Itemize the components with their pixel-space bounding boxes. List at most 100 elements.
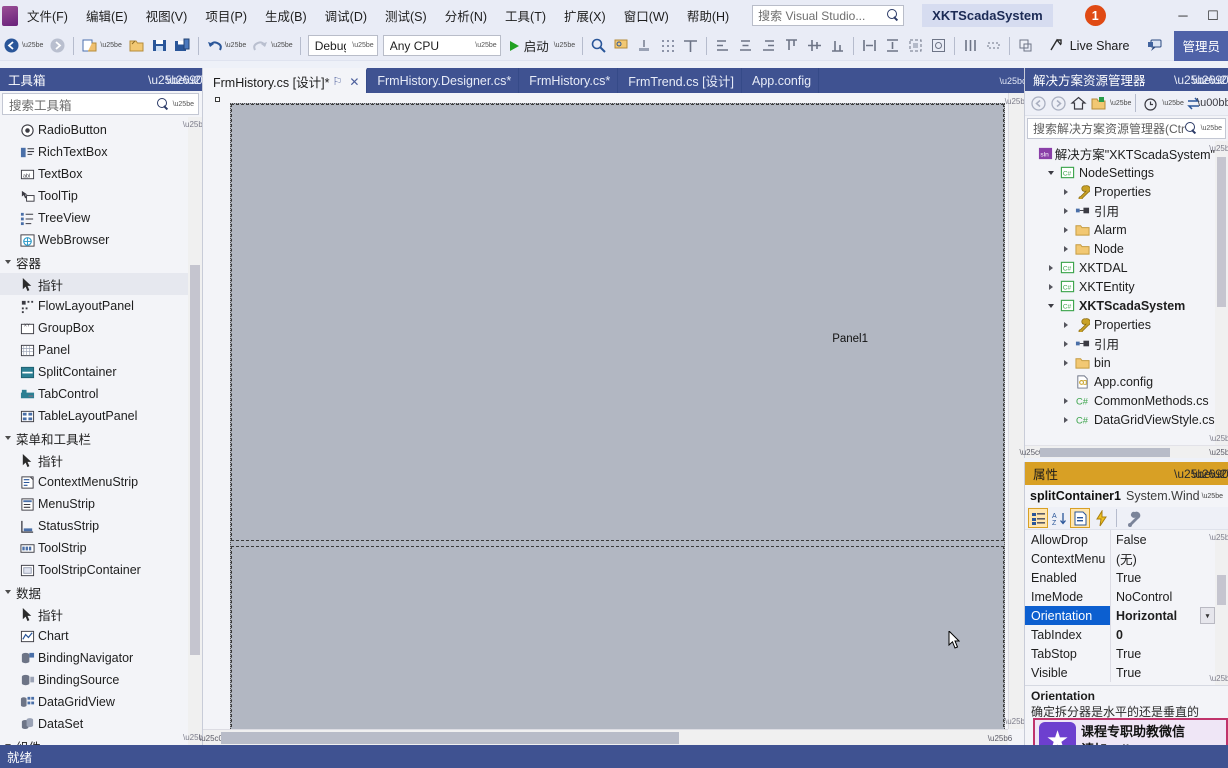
vertical-spacing-button[interactable] — [982, 34, 1005, 58]
solution-explorer-pin-icon[interactable]: \u2690 — [1192, 73, 1228, 87]
solution-tree-node[interactable]: Properties — [1025, 315, 1215, 334]
expand-triangle-icon[interactable] — [1059, 188, 1073, 195]
scroll-up-icon[interactable]: \u25b2 — [1209, 530, 1228, 544]
menu-help[interactable]: 帮助(H) — [678, 2, 738, 29]
align-bottoms-button[interactable] — [826, 34, 849, 58]
toolbox-item[interactable]: RadioButton — [0, 119, 188, 141]
size-to-fit-button[interactable] — [904, 34, 927, 58]
properties-close-icon[interactable]: \u2715 — [1210, 467, 1228, 481]
property-row[interactable]: Enabled True — [1025, 568, 1215, 587]
manage-account-button[interactable]: 管理员 — [1174, 30, 1228, 61]
make-same-width-button[interactable] — [858, 34, 881, 58]
minimize-button[interactable]: ─ — [1168, 5, 1198, 27]
horizontal-spacing-button[interactable] — [959, 34, 982, 58]
align-middles-button[interactable] — [803, 34, 826, 58]
menu-debug[interactable]: 调试(D) — [316, 2, 376, 29]
toolbox-item[interactable]: Panel — [0, 339, 188, 361]
solution-tree-node[interactable]: C# CommonMethods.cs — [1025, 391, 1215, 410]
toolbox-item[interactable]: TabControl — [0, 383, 188, 405]
property-value-dropdown-icon[interactable]: ▾ — [1200, 607, 1215, 624]
toolbox-close-icon[interactable]: \u2715 — [184, 73, 221, 87]
toolbox-scroll-thumb[interactable] — [190, 265, 200, 655]
chevron-down-icon[interactable]: \u25be — [1110, 100, 1131, 107]
expand-triangle-icon[interactable] — [1059, 245, 1073, 252]
form-designer-surface[interactable]: Panel1 Panel2 \u25b2 \u25bc \u25c0 \u25b… — [199, 93, 1029, 748]
menu-file[interactable]: 文件(F) — [18, 2, 77, 29]
solution-tree-node[interactable]: Alarm — [1025, 220, 1215, 239]
solution-tree-node[interactable]: App.config — [1025, 372, 1215, 391]
solution-tree-node[interactable]: C# XKTScadaSystem — [1025, 296, 1215, 315]
build-configuration-select[interactable]: Debug \u25be — [307, 35, 378, 56]
chevron-down-icon[interactable]: \u25be — [554, 42, 575, 49]
designer-horizontal-scrollbar[interactable]: \u25c0 \u25b6 — [199, 729, 1012, 746]
expand-triangle-icon[interactable] — [1059, 340, 1073, 347]
toolbox-group-header[interactable]: 组件 — [0, 735, 188, 745]
chevron-down-icon[interactable]: \u25be — [271, 42, 292, 49]
scroll-down-icon[interactable]: \u25bc — [1209, 431, 1228, 445]
toolbox-item[interactable]: ToolTip — [0, 185, 188, 207]
grid-toggle-button[interactable] — [633, 34, 656, 58]
properties-dropdown-icon[interactable]: \u25be — [1174, 467, 1211, 481]
toolbox-item[interactable]: ContextMenuStrip — [0, 471, 188, 493]
scroll-right-icon[interactable]: \u25b6 — [988, 730, 1012, 746]
solution-tree-node[interactable]: bin — [1025, 353, 1215, 372]
solexp-hscroll-thumb[interactable] — [1040, 448, 1170, 457]
toolbox-item[interactable]: RichTextBox — [0, 141, 188, 163]
make-same-height-button[interactable] — [881, 34, 904, 58]
tab-close-icon[interactable]: ✕ — [345, 75, 359, 89]
align-centers-button[interactable] — [734, 34, 757, 58]
expand-triangle-icon[interactable] — [5, 590, 11, 594]
navigate-backward-button[interactable]: \u25be — [0, 34, 46, 58]
toolbox-item[interactable]: ToolStripContainer — [0, 559, 188, 581]
solution-explorer-dropdown-icon[interactable]: \u25be — [1174, 73, 1211, 87]
toolbox-pin-icon[interactable]: \u2690 — [166, 73, 203, 87]
scroll-up-icon[interactable]: \u25b2 — [1005, 93, 1029, 109]
feedback-button[interactable] — [1143, 34, 1166, 58]
expand-triangle-icon[interactable] — [1044, 264, 1058, 271]
property-value[interactable]: NoControl — [1111, 587, 1215, 606]
property-value[interactable]: (无) — [1111, 549, 1215, 568]
toolbox-item[interactable]: abl TextBox — [0, 163, 188, 185]
solution-explorer-horizontal-scrollbar[interactable]: \u25c0 \u25b6 — [1019, 445, 1228, 458]
tab-overflow-chevron-down-icon[interactable]: \u25bc — [999, 68, 1026, 93]
toolbox-search-input[interactable]: 搜索工具箱 \u25be — [2, 93, 199, 115]
expand-triangle-icon[interactable] — [1059, 207, 1073, 214]
back-arrow-icon[interactable] — [1028, 93, 1048, 114]
solution-tree-node[interactable]: 引用 — [1025, 334, 1215, 353]
toolbox-item[interactable]: MenuStrip — [0, 493, 188, 515]
toolbox-item[interactable]: 指针 — [0, 449, 188, 471]
toolbox-item[interactable]: 指针 — [0, 603, 188, 625]
solution-explorer-close-icon[interactable]: \u2715 — [1210, 73, 1228, 87]
solution-tree-node[interactable]: sln 解决方案"XKTScadaSystem" — [1025, 144, 1215, 163]
property-row[interactable]: AllowDrop False — [1025, 530, 1215, 549]
collapse-triangle-icon[interactable] — [1044, 170, 1058, 176]
collapse-triangle-icon[interactable] — [1044, 303, 1058, 309]
align-lefts-button[interactable] — [711, 34, 734, 58]
properties-object-selector[interactable]: splitContainer1 System.Windc \u25be — [1025, 485, 1228, 507]
property-row[interactable]: Visible True — [1025, 663, 1215, 682]
save-all-button[interactable] — [171, 34, 194, 58]
property-value[interactable]: True — [1111, 568, 1215, 587]
tab-pin-icon[interactable]: ⚐ — [329, 75, 345, 88]
dotted-grid-icon-button[interactable] — [656, 34, 679, 58]
property-value[interactable]: 0 — [1111, 625, 1215, 644]
home-icon[interactable] — [1068, 93, 1088, 114]
solution-tree-node[interactable]: C# NodeSettings — [1025, 163, 1215, 182]
expand-triangle-icon[interactable] — [5, 260, 11, 264]
solution-tree[interactable]: sln 解决方案"XKTScadaSystem" C# NodeSettings Pro… — [1025, 141, 1228, 445]
redo-button[interactable]: \u25be — [249, 34, 295, 58]
categorized-view-button[interactable] — [1028, 508, 1048, 528]
tab-app-config[interactable]: App.config — [742, 68, 820, 93]
menu-tools[interactable]: 工具(T) — [496, 2, 555, 29]
alphabetical-view-button[interactable]: AZ — [1049, 508, 1069, 528]
property-pages-button[interactable] — [1122, 508, 1142, 528]
menu-project[interactable]: 项目(P) — [196, 2, 256, 29]
chevron-down-icon[interactable]: \u25be — [1199, 493, 1226, 500]
property-row[interactable]: ImeMode NoControl — [1025, 587, 1215, 606]
property-value[interactable]: True — [1111, 663, 1215, 682]
scroll-up-icon[interactable]: \u25b2 — [183, 117, 202, 132]
splitcontainer-panel2[interactable]: Panel2 — [231, 546, 1004, 748]
menu-window[interactable]: 窗口(W) — [615, 2, 678, 29]
solution-tree-node[interactable]: C# XKTEntity — [1025, 277, 1215, 296]
maximize-button[interactable]: ☐ — [1198, 5, 1228, 27]
